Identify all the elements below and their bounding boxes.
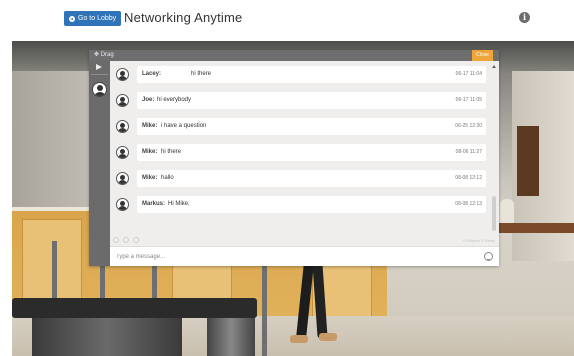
- message-row: Mike: hallo 08-08 12:12: [110, 167, 491, 193]
- message-author: Mike:: [142, 175, 158, 181]
- drag-label: Drag: [100, 52, 114, 58]
- info-icon[interactable]: i: [519, 12, 530, 23]
- message-list[interactable]: Lacey: hi there 06-17 11:04 Joe: hi ever…: [110, 61, 491, 238]
- message-time: 06-25 12:30: [455, 123, 482, 129]
- like-icon[interactable]: [113, 237, 119, 243]
- top-bar: Go to Lobby Networking Anytime i: [0, 0, 574, 40]
- message-bubble: Mike: hallo 08-08 12:12: [137, 170, 486, 187]
- message-text: hi everybody: [157, 97, 192, 103]
- chat-drag-handle[interactable]: ✥ Drag Close: [89, 50, 499, 61]
- scroll-thumb[interactable]: [492, 196, 496, 231]
- avatar-icon: [116, 146, 129, 159]
- chat-footer-bar: 0 Replies 0 Views: [110, 236, 499, 245]
- message-row: Markus: Hi Mike, 08-08 12:13: [110, 193, 491, 219]
- clock-icon[interactable]: [133, 237, 139, 243]
- message-author: Joe:: [142, 97, 155, 103]
- avatar-icon: [116, 68, 129, 81]
- scroll-up-icon[interactable]: [492, 65, 496, 68]
- footer-status: 0 Replies 0 Views: [463, 238, 495, 243]
- message-text: i have a question: [161, 123, 207, 129]
- message-text: hi there: [191, 71, 212, 77]
- message-author: Mike:: [142, 149, 158, 155]
- avatar-icon: [116, 198, 129, 211]
- avatar-icon: [116, 120, 129, 133]
- message-bubble: Mike: hi there 08-06 11:27: [137, 144, 486, 161]
- message-scrollbar[interactable]: [491, 61, 497, 238]
- comment-icon[interactable]: [123, 237, 129, 243]
- message-row: Joe: hi everybody 06-17 11:05: [110, 89, 491, 115]
- page-title: Networking Anytime: [124, 10, 243, 25]
- close-button[interactable]: Close: [472, 50, 493, 61]
- message-time: 06-17 11:05: [455, 97, 482, 103]
- message-row: Mike: i have a question 06-25 12:30: [110, 115, 491, 141]
- message-text: hallo: [161, 175, 174, 181]
- message-input-row: [110, 246, 499, 266]
- back-arrow-icon: [69, 15, 75, 22]
- drag-icon: ✥: [94, 52, 100, 58]
- message-time: 08-08 12:12: [455, 175, 482, 181]
- message-author: Markus:: [142, 201, 166, 207]
- message-bubble: Lacey: hi there 06-17 11:04: [137, 66, 486, 83]
- avatar-icon: [116, 172, 129, 185]
- chat-sidebar: [89, 61, 110, 266]
- go-to-lobby-label: Go to Lobby: [78, 15, 117, 22]
- message-time: 08-06 11:27: [455, 149, 482, 155]
- message-bubble: Markus: Hi Mike, 08-08 12:13: [137, 196, 486, 213]
- message-time: 06-17 11:04: [455, 71, 482, 77]
- message-bubble: Joe: hi everybody 06-17 11:05: [137, 92, 486, 109]
- message-text: hi there: [161, 149, 182, 155]
- message-bubble: Mike: i have a question 06-25 12:30: [137, 118, 486, 135]
- emoji-icon[interactable]: [484, 252, 493, 261]
- message-author: Lacey:: [142, 71, 162, 77]
- chat-window: ✥ Drag Close Lacey: hi there 06-17 11:04…: [89, 50, 499, 266]
- go-to-lobby-button[interactable]: Go to Lobby: [64, 11, 122, 26]
- message-time: 08-08 12:13: [455, 201, 482, 207]
- message-row: Mike: hi there 08-06 11:27: [110, 141, 491, 167]
- play-icon[interactable]: [96, 64, 102, 70]
- message-input[interactable]: [116, 250, 476, 263]
- message-text: Hi Mike,: [168, 201, 190, 207]
- message-author: Mike:: [142, 123, 158, 129]
- avatar-icon: [116, 94, 129, 107]
- user-avatar-icon[interactable]: [92, 82, 107, 97]
- message-row: Lacey: hi there 06-17 11:04: [110, 63, 491, 89]
